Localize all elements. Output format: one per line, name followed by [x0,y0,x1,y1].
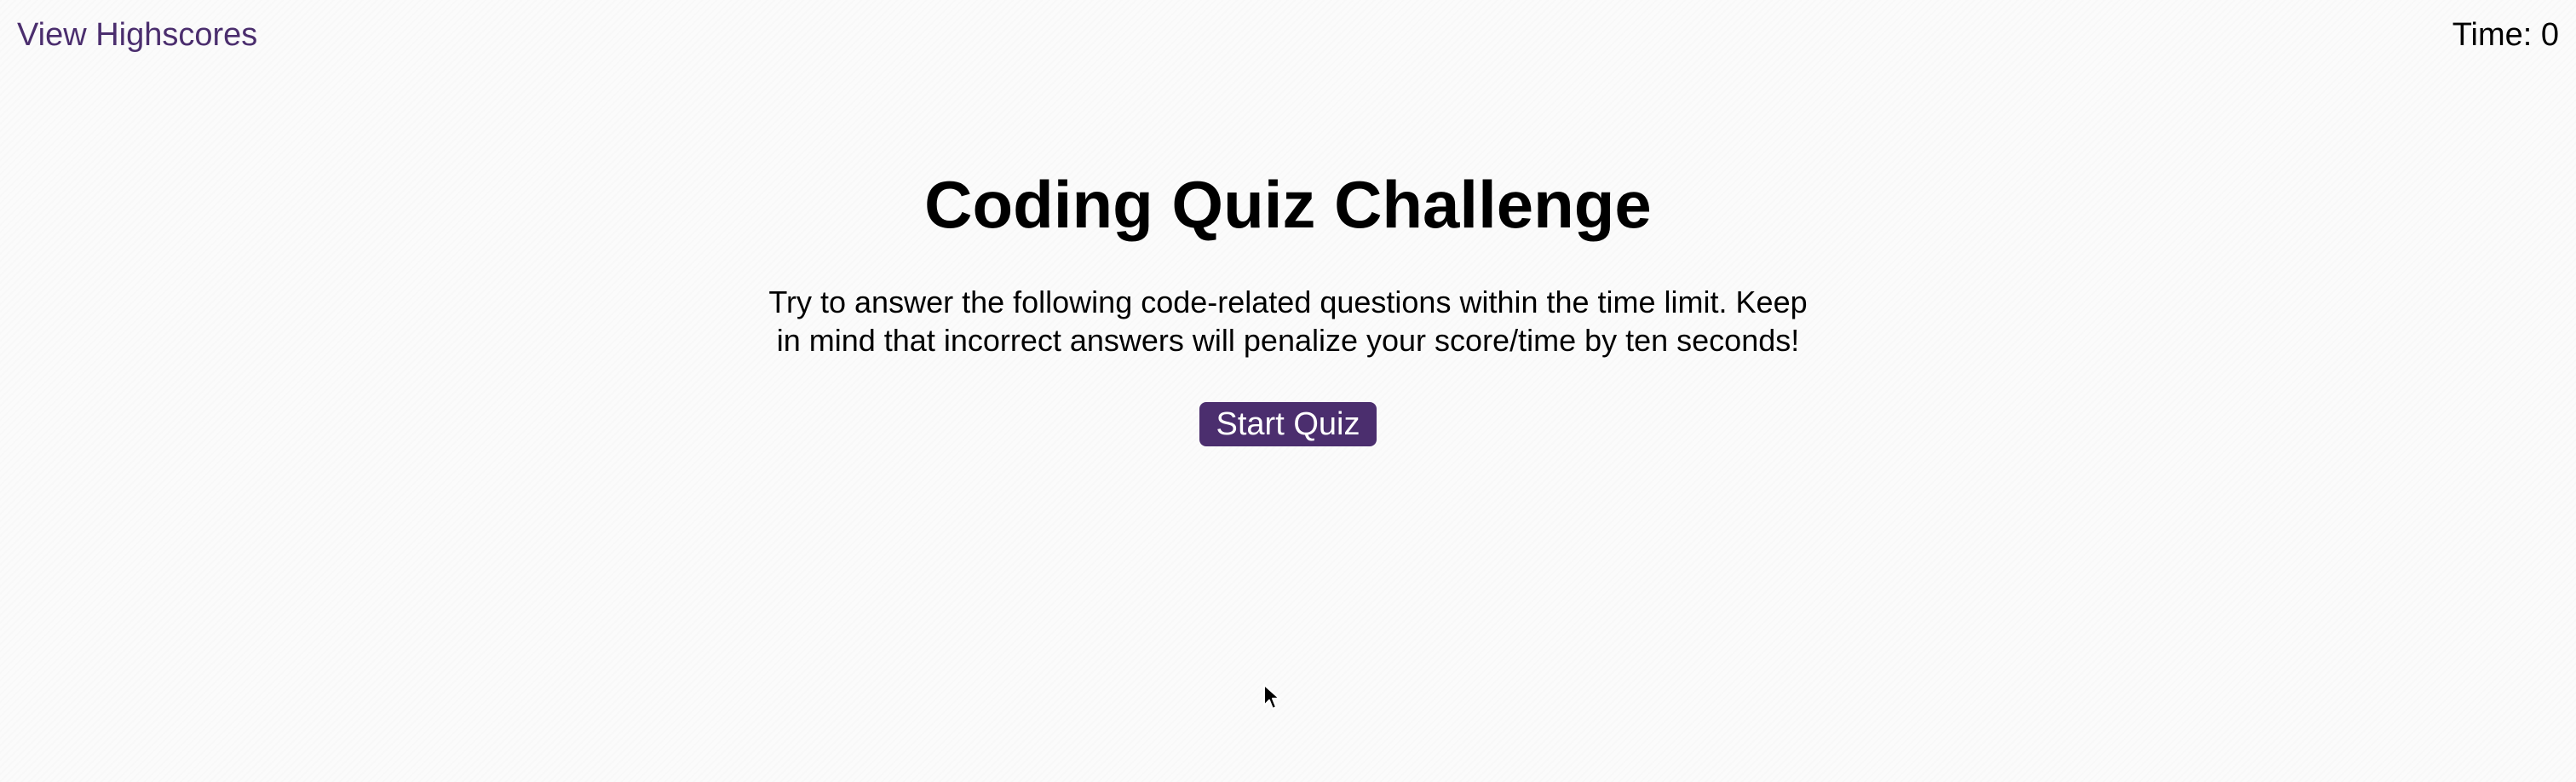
page-header: View Highscores Time: 0 [0,0,2576,77]
start-quiz-button[interactable]: Start Quiz [1199,402,1377,446]
page-title: Coding Quiz Challenge [924,167,1652,242]
mouse-pointer-icon [1263,684,1280,710]
view-highscores-link[interactable]: View Highscores [17,15,257,55]
timer-display: Time: 0 [2452,17,2559,53]
quiz-instructions: Try to answer the following code-related… [768,285,1808,358]
quiz-intro-section: Coding Quiz Challenge Try to answer the … [0,162,2576,446]
